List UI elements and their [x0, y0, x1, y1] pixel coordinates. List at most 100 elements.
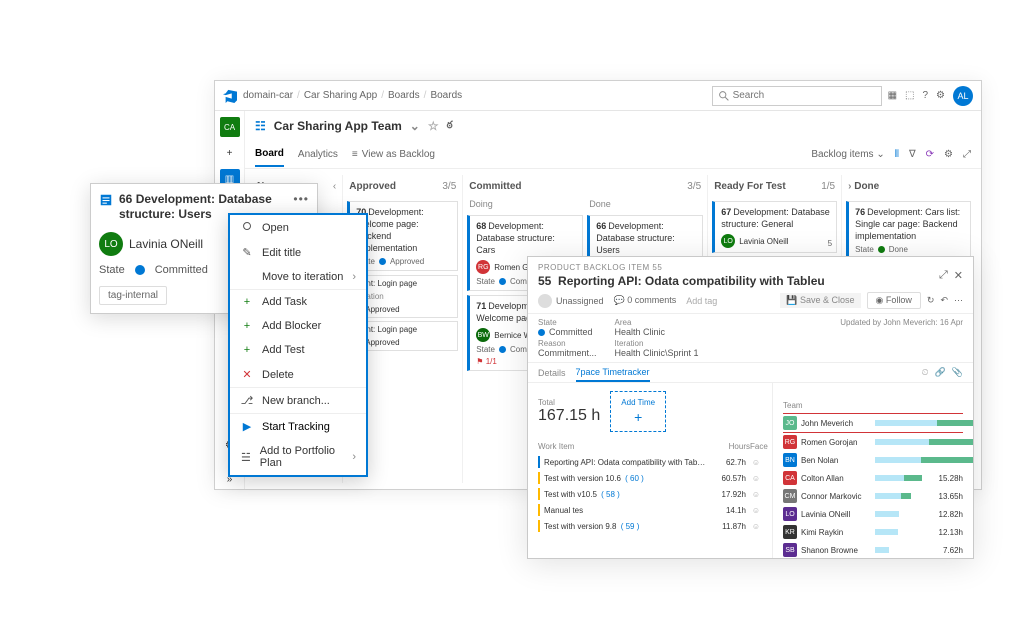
- menu-edit-title[interactable]: ✎Edit title: [230, 240, 366, 265]
- work-item-row[interactable]: Test with version 9.8 ( 59 )11.87h☺: [538, 518, 762, 534]
- face-icon[interactable]: ☺: [750, 458, 762, 467]
- settings-icon[interactable]: ⚙: [944, 149, 953, 160]
- team-header: ☷ Car Sharing App Team ⌄ ☆ ఠ: [245, 111, 981, 141]
- comments-link[interactable]: 💬 0 comments: [614, 295, 677, 306]
- state-dot-icon: [499, 278, 506, 285]
- user-avatar[interactable]: AL: [953, 86, 973, 106]
- topbar-icons: ▦ ⬚ ? ⚙ AL: [888, 86, 973, 106]
- team-member-row[interactable]: JOJohn Meverich32.93h: [783, 413, 963, 433]
- add-time-button[interactable]: Add Time+: [610, 391, 666, 432]
- avatar-icon: RG: [476, 260, 490, 274]
- col-count: 3/5: [442, 181, 456, 192]
- menu-add-test[interactable]: +Add Test: [230, 338, 366, 362]
- live-update-icon[interactable]: ⟳: [926, 149, 934, 160]
- team-members-icon[interactable]: ఠ: [447, 119, 453, 133]
- refresh-icon[interactable]: ↻: [927, 295, 935, 306]
- board-card[interactable]: 76Development: Cars list: Single car pag…: [846, 201, 971, 259]
- team-name[interactable]: Car Sharing App Team: [274, 119, 402, 133]
- maximize-icon[interactable]: ⤢: [939, 269, 948, 282]
- favorite-star-icon[interactable]: ☆: [428, 119, 439, 133]
- avatar-icon: LO: [721, 234, 735, 248]
- follow-button[interactable]: ◉ Follow: [867, 292, 921, 309]
- team-member-row[interactable]: CMConnor Markovic13.65h: [783, 487, 963, 505]
- tab-details[interactable]: Details: [538, 368, 566, 378]
- help-icon[interactable]: ?: [922, 90, 928, 101]
- grid-icon[interactable]: ▦: [888, 90, 897, 101]
- work-item-row[interactable]: Reporting API: Odata compatibility with …: [538, 454, 762, 470]
- menu-add-task[interactable]: +Add Task: [230, 290, 366, 314]
- face-icon[interactable]: ☺: [750, 522, 762, 531]
- columns-icon[interactable]: ⫴: [895, 149, 899, 160]
- topbar: domain-car/ Car Sharing App/ Boards/ Boa…: [215, 81, 981, 111]
- tag[interactable]: tag-internal: [99, 286, 167, 305]
- sub-col-doing: Doing: [467, 197, 583, 211]
- rail-add-icon[interactable]: +: [220, 143, 240, 163]
- history-icon[interactable]: ⏲: [922, 367, 929, 378]
- work-item-row[interactable]: Manual tes 14.1h☺: [538, 502, 762, 518]
- face-icon[interactable]: ☺: [750, 474, 762, 483]
- col-title: Ready For Test: [714, 181, 786, 192]
- search-input[interactable]: [733, 90, 875, 101]
- person-settings-icon[interactable]: ⚙: [936, 90, 945, 101]
- filter-icon[interactable]: ∇: [909, 149, 916, 160]
- col-title: Committed: [469, 181, 521, 192]
- tab-board[interactable]: Board: [255, 148, 284, 167]
- work-item-type-label: PRODUCT BACKLOG ITEM 55: [538, 263, 935, 272]
- link-icon[interactable]: 🔗: [935, 367, 946, 378]
- col-title: Done: [854, 181, 879, 192]
- context-menu: ⭘Open✎Edit titleMove to iteration›+Add T…: [228, 213, 368, 477]
- face-icon[interactable]: ☺: [750, 506, 762, 515]
- backlog-items-dropdown[interactable]: Backlog items ⌄: [811, 149, 884, 160]
- more-icon[interactable]: ⋯: [954, 295, 963, 306]
- team-member-row[interactable]: LOLavinia ONeill12.82h: [783, 505, 963, 523]
- menu-move-to-iteration[interactable]: Move to iteration›: [230, 265, 366, 290]
- view-backlog[interactable]: ≡View as Backlog: [352, 149, 435, 160]
- project-icon[interactable]: CA: [220, 117, 240, 137]
- col-title: Approved: [349, 181, 396, 192]
- add-tag-button[interactable]: Add tag: [686, 296, 717, 306]
- avatar-icon: LO: [99, 232, 123, 256]
- menu-start-tracking[interactable]: ▶Start Tracking: [230, 414, 366, 439]
- team-member-row[interactable]: RGRomen Gorojan28.23h: [783, 433, 963, 451]
- collapse-icon[interactable]: ‹: [333, 181, 336, 192]
- state-dot-icon: [878, 246, 885, 253]
- team-member-row[interactable]: BNBen Nolan24.42h: [783, 451, 963, 469]
- assignee-field[interactable]: Unassigned: [538, 294, 604, 308]
- work-item-row[interactable]: Test with v10.5 ( 58 )17.92h☺: [538, 486, 762, 502]
- state-dot-icon: [379, 258, 386, 265]
- board-card[interactable]: 67Development: Database structure: Gener…: [712, 201, 837, 253]
- work-item-title[interactable]: 55 Reporting API: Odata compatibility wi…: [538, 274, 935, 288]
- menu-delete[interactable]: ✕Delete: [230, 362, 366, 388]
- close-icon[interactable]: ✕: [954, 269, 963, 282]
- revert-icon[interactable]: ↶: [940, 295, 948, 306]
- work-item-row[interactable]: Test with version 10.6 ( 60 )60.57h☺: [538, 470, 762, 486]
- team-member-row[interactable]: SBShanon Browne7.62h: [783, 541, 963, 558]
- unassigned-avatar-icon: [538, 294, 552, 308]
- state-dot-icon: [499, 346, 506, 353]
- menu-add-blocker[interactable]: +Add Blocker: [230, 314, 366, 338]
- col-count: 3/5: [687, 181, 701, 192]
- search-box[interactable]: [712, 86, 882, 106]
- total-label: Total: [538, 398, 600, 407]
- avatar-icon: BW: [476, 328, 490, 342]
- menu-open[interactable]: ⭘Open: [230, 215, 366, 240]
- attach-icon[interactable]: 📎: [952, 367, 963, 378]
- tab-timetracker[interactable]: 7pace Timetracker: [576, 363, 650, 382]
- team-member-row[interactable]: CAColton Allan15.28h: [783, 469, 963, 487]
- menu-new-branch-[interactable]: ⎇New branch...: [230, 388, 366, 414]
- save-close-button[interactable]: 💾 Save & Close: [780, 293, 860, 308]
- basket-icon[interactable]: ⬚: [905, 90, 914, 101]
- fullscreen-icon[interactable]: ⤢: [963, 149, 971, 160]
- updated-label: Updated by John Meverich: 16 Apr: [840, 318, 963, 358]
- menu-add-to-portfolio-plan[interactable]: ☱Add to Portfolio Plan›: [230, 439, 366, 475]
- team-member-row[interactable]: KRKimi Raykin12.13h: [783, 523, 963, 541]
- total-hours: 167.15 h: [538, 407, 600, 425]
- expand-icon[interactable]: ›: [848, 181, 851, 192]
- more-actions-icon[interactable]: •••: [293, 192, 309, 206]
- team-dropdown-icon[interactable]: ⌄: [410, 119, 420, 133]
- breadcrumb[interactable]: domain-car/ Car Sharing App/ Boards/ Boa…: [243, 90, 462, 101]
- effort-value: 5: [828, 239, 832, 248]
- tab-analytics[interactable]: Analytics: [298, 149, 338, 160]
- face-icon[interactable]: ☺: [750, 490, 762, 499]
- board-tabs: Board Analytics ≡View as Backlog Backlog…: [245, 141, 981, 169]
